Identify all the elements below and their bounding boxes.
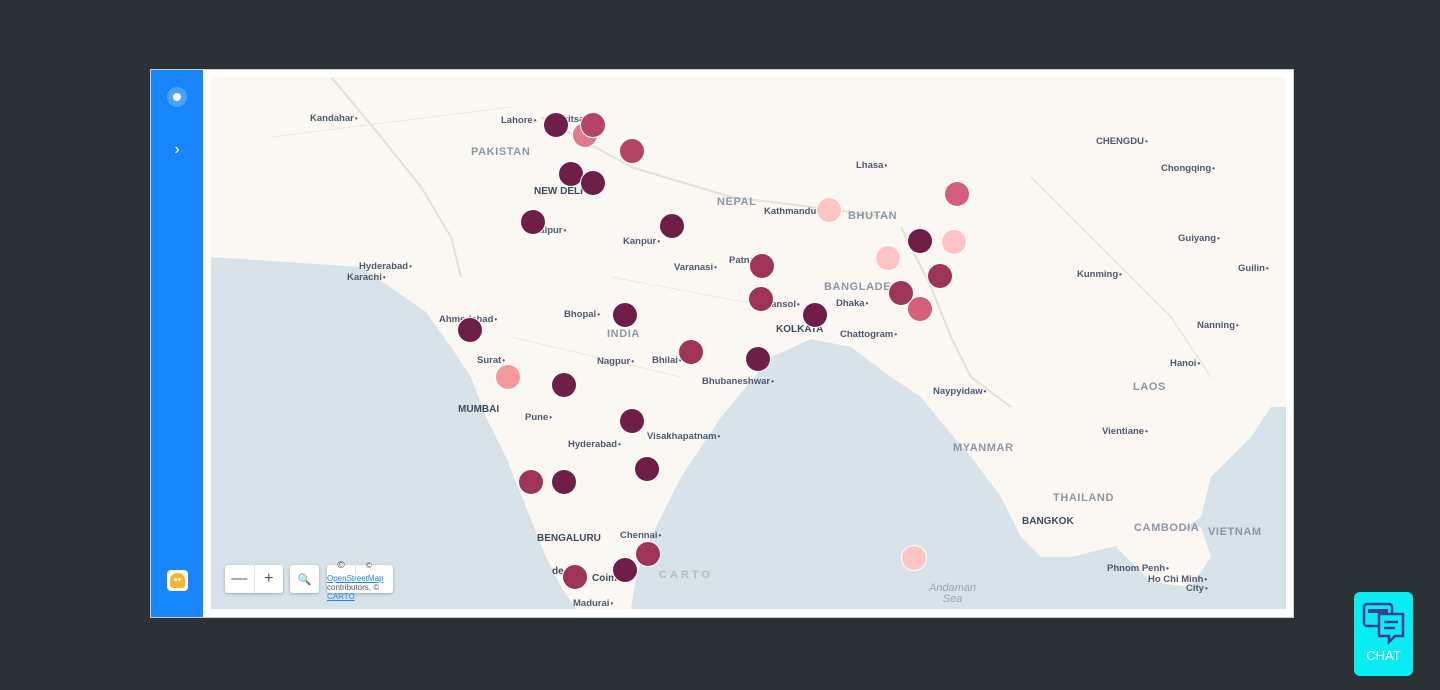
- country-label: INDIA: [607, 328, 640, 340]
- country-label: BHUTAN: [848, 210, 898, 222]
- attribution: © © OpenStreetMap contributors, © CARTO: [327, 557, 394, 601]
- map-data-point[interactable]: [634, 456, 660, 482]
- map-data-point[interactable]: [749, 253, 775, 279]
- map-data-point[interactable]: [941, 229, 967, 255]
- chat-button[interactable]: CHAT: [1354, 592, 1413, 676]
- country-label: MYANMAR: [953, 442, 1014, 454]
- city-label: Kanpur: [623, 237, 660, 247]
- city-label: Kathmandu: [764, 207, 820, 217]
- city-label: Kandahar: [310, 114, 358, 124]
- sea-label: Andaman Sea: [929, 582, 977, 605]
- city-label: Lahore: [501, 116, 537, 126]
- city-label: Bhilai: [652, 356, 682, 366]
- city-label: Vientiane: [1102, 427, 1148, 437]
- openstreetmap-link[interactable]: OpenStreetMap: [327, 574, 383, 583]
- metro-label: BANGKOK: [1022, 516, 1074, 527]
- city-label: CHENGDU: [1096, 137, 1148, 147]
- city-label: Visakhapatnam: [647, 432, 720, 442]
- city-label: Pune: [525, 413, 552, 423]
- city-label: Hanoi: [1170, 359, 1200, 369]
- map-data-point[interactable]: [551, 372, 577, 398]
- city-label: Bhopal: [564, 310, 600, 320]
- map-data-point[interactable]: [659, 213, 685, 239]
- map-data-point[interactable]: [562, 564, 588, 590]
- zoom-in-button[interactable]: +: [253, 565, 284, 593]
- map-data-point[interactable]: [907, 228, 933, 254]
- city-label: Hyderabad: [568, 440, 621, 450]
- sidebar: ›: [151, 70, 203, 617]
- city-label: Chongqing: [1161, 164, 1215, 174]
- city-label: Chattogram: [840, 330, 897, 340]
- city-label: Guilin: [1238, 264, 1269, 274]
- map-canvas[interactable]: PAKISTAN NEPAL BHUTAN BANGLADESH INDIA MYANMA…: [211, 77, 1286, 609]
- map-data-point[interactable]: [580, 170, 606, 196]
- map-data-point[interactable]: [520, 209, 546, 235]
- city-label: Hyderabad: [359, 262, 412, 272]
- map-data-point[interactable]: [748, 286, 774, 312]
- map-data-point[interactable]: [635, 541, 661, 567]
- map-data-point[interactable]: [612, 557, 638, 583]
- city-label: Kunming: [1077, 270, 1122, 280]
- city-label: Phnom Penh: [1107, 564, 1169, 574]
- map-data-point[interactable]: [457, 317, 483, 343]
- chevron-right-icon[interactable]: ›: [167, 140, 187, 160]
- city-label: Varanasi: [674, 263, 717, 273]
- copyright-icon[interactable]: ©: [327, 560, 355, 571]
- search-icon[interactable]: 🔍: [290, 565, 319, 593]
- map-data-point[interactable]: [518, 469, 544, 495]
- map-data-point[interactable]: [612, 302, 638, 328]
- city-label: Bhubaneshwar: [702, 377, 774, 387]
- chat-icon: [1362, 602, 1404, 646]
- map-data-point[interactable]: [678, 339, 704, 365]
- city-label: Madurai: [573, 599, 613, 609]
- logo-icon[interactable]: [167, 87, 187, 107]
- city-label: Dhaka: [836, 299, 868, 309]
- map-data-point[interactable]: [551, 469, 577, 495]
- map-data-point[interactable]: [875, 245, 901, 271]
- zoom-control: — +: [225, 565, 283, 593]
- metro-label: BENGALURU: [537, 533, 601, 544]
- metro-label: MUMBAI: [458, 404, 500, 415]
- search-control: 🔍: [290, 565, 319, 593]
- map-data-point[interactable]: [802, 302, 828, 328]
- map-data-point[interactable]: [927, 263, 953, 289]
- city-label: Naypyidaw: [933, 387, 986, 397]
- ghost-avatar-icon: [170, 573, 185, 588]
- city-label: Guiyang: [1178, 234, 1220, 244]
- map-data-point[interactable]: [944, 181, 970, 207]
- city-label: Surat: [477, 356, 505, 366]
- basemap: [211, 77, 1286, 609]
- map-data-point[interactable]: [495, 364, 521, 390]
- carto-watermark: CARTO: [659, 569, 713, 581]
- city-label: Chennai: [620, 531, 661, 541]
- map-data-point[interactable]: [619, 138, 645, 164]
- country-label: NEPAL: [717, 196, 757, 208]
- map-data-point[interactable]: [543, 112, 569, 138]
- chat-label: CHAT: [1366, 648, 1401, 663]
- country-label: THAILAND: [1053, 492, 1115, 504]
- map-data-point[interactable]: [619, 408, 645, 434]
- map-data-point[interactable]: [816, 197, 842, 223]
- country-label: LAOS: [1133, 381, 1166, 393]
- map-app-frame: › PAKISTAN NEPAL BHUTAN BANGLADESH INDIA MYAN…: [150, 69, 1294, 618]
- avatar[interactable]: [167, 570, 188, 591]
- city-label: Karachi: [347, 273, 386, 283]
- country-label: PAKISTAN: [471, 146, 531, 158]
- city-label: Nanning: [1197, 321, 1239, 331]
- country-label: CAMBODIA: [1134, 522, 1200, 534]
- map-data-point[interactable]: [901, 545, 927, 571]
- map-data-point[interactable]: [580, 112, 606, 138]
- city-label: Nagpur: [597, 357, 634, 367]
- carto-link[interactable]: CARTO: [327, 592, 355, 601]
- map-data-point[interactable]: [745, 346, 771, 372]
- country-label: VIETNAM: [1208, 526, 1262, 538]
- city-label: City: [1186, 584, 1208, 594]
- zoom-out-button[interactable]: —: [225, 565, 254, 593]
- city-label: Lhasa: [856, 161, 887, 171]
- map-data-point[interactable]: [907, 296, 933, 322]
